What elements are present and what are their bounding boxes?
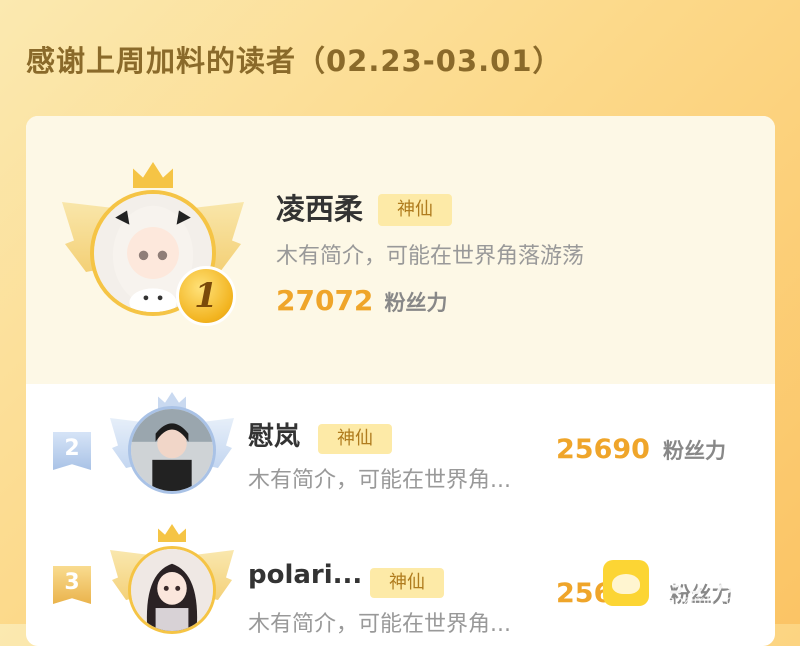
level-badge: 神仙 (318, 424, 392, 454)
reader-name[interactable]: 慰岚 (248, 416, 300, 453)
reader-score: 25690 粉丝力 (556, 434, 726, 465)
baozi-logo-icon (603, 560, 649, 606)
reader-row-rank-1[interactable]: 1 凌西柔 神仙 木有简介，可能在世界角落游荡 27072 粉丝力 (26, 116, 775, 384)
rank-3-badge: 3 (53, 566, 91, 604)
score-value: 25690 (556, 434, 650, 465)
reader-bio: 木有简介，可能在世界角... (248, 468, 511, 493)
avatar[interactable] (128, 406, 216, 494)
score-unit: 粉丝力 (663, 439, 727, 463)
reader-bio: 木有简介，可能在世界角... (248, 612, 511, 637)
avatar-frame-gold: 1 (62, 162, 244, 332)
score-value: 27072 (276, 284, 374, 317)
rank-2-badge: 2 (53, 432, 91, 470)
score-unit: 粉丝力 (384, 291, 448, 315)
reader-score: 27072 粉丝力 (276, 284, 448, 317)
avatar-frame-gold (110, 524, 234, 640)
rank-1-medal: 1 (176, 266, 236, 326)
level-badge: 神仙 (378, 194, 452, 226)
reader-bio: 木有简介，可能在世界角落游荡 (276, 244, 585, 269)
watermark-url: baozimh.com (659, 594, 747, 609)
crown-icon (133, 162, 173, 188)
watermark: 包子漫畫 baozimh.com (603, 560, 793, 620)
level-badge: 神仙 (370, 568, 444, 598)
reader-name[interactable]: 凌西柔 (276, 186, 363, 228)
avatar-frame-silver (110, 392, 234, 508)
reader-name[interactable]: polari... (248, 560, 362, 590)
page-title: 感谢上周加料的读者（02.23-03.01） (26, 44, 563, 78)
reader-row-rank-2[interactable]: 2 慰岚 神仙 木有简介，可能在世界角... 25690 粉丝力 (26, 384, 775, 514)
crown-icon (158, 524, 186, 542)
avatar[interactable] (128, 546, 216, 634)
